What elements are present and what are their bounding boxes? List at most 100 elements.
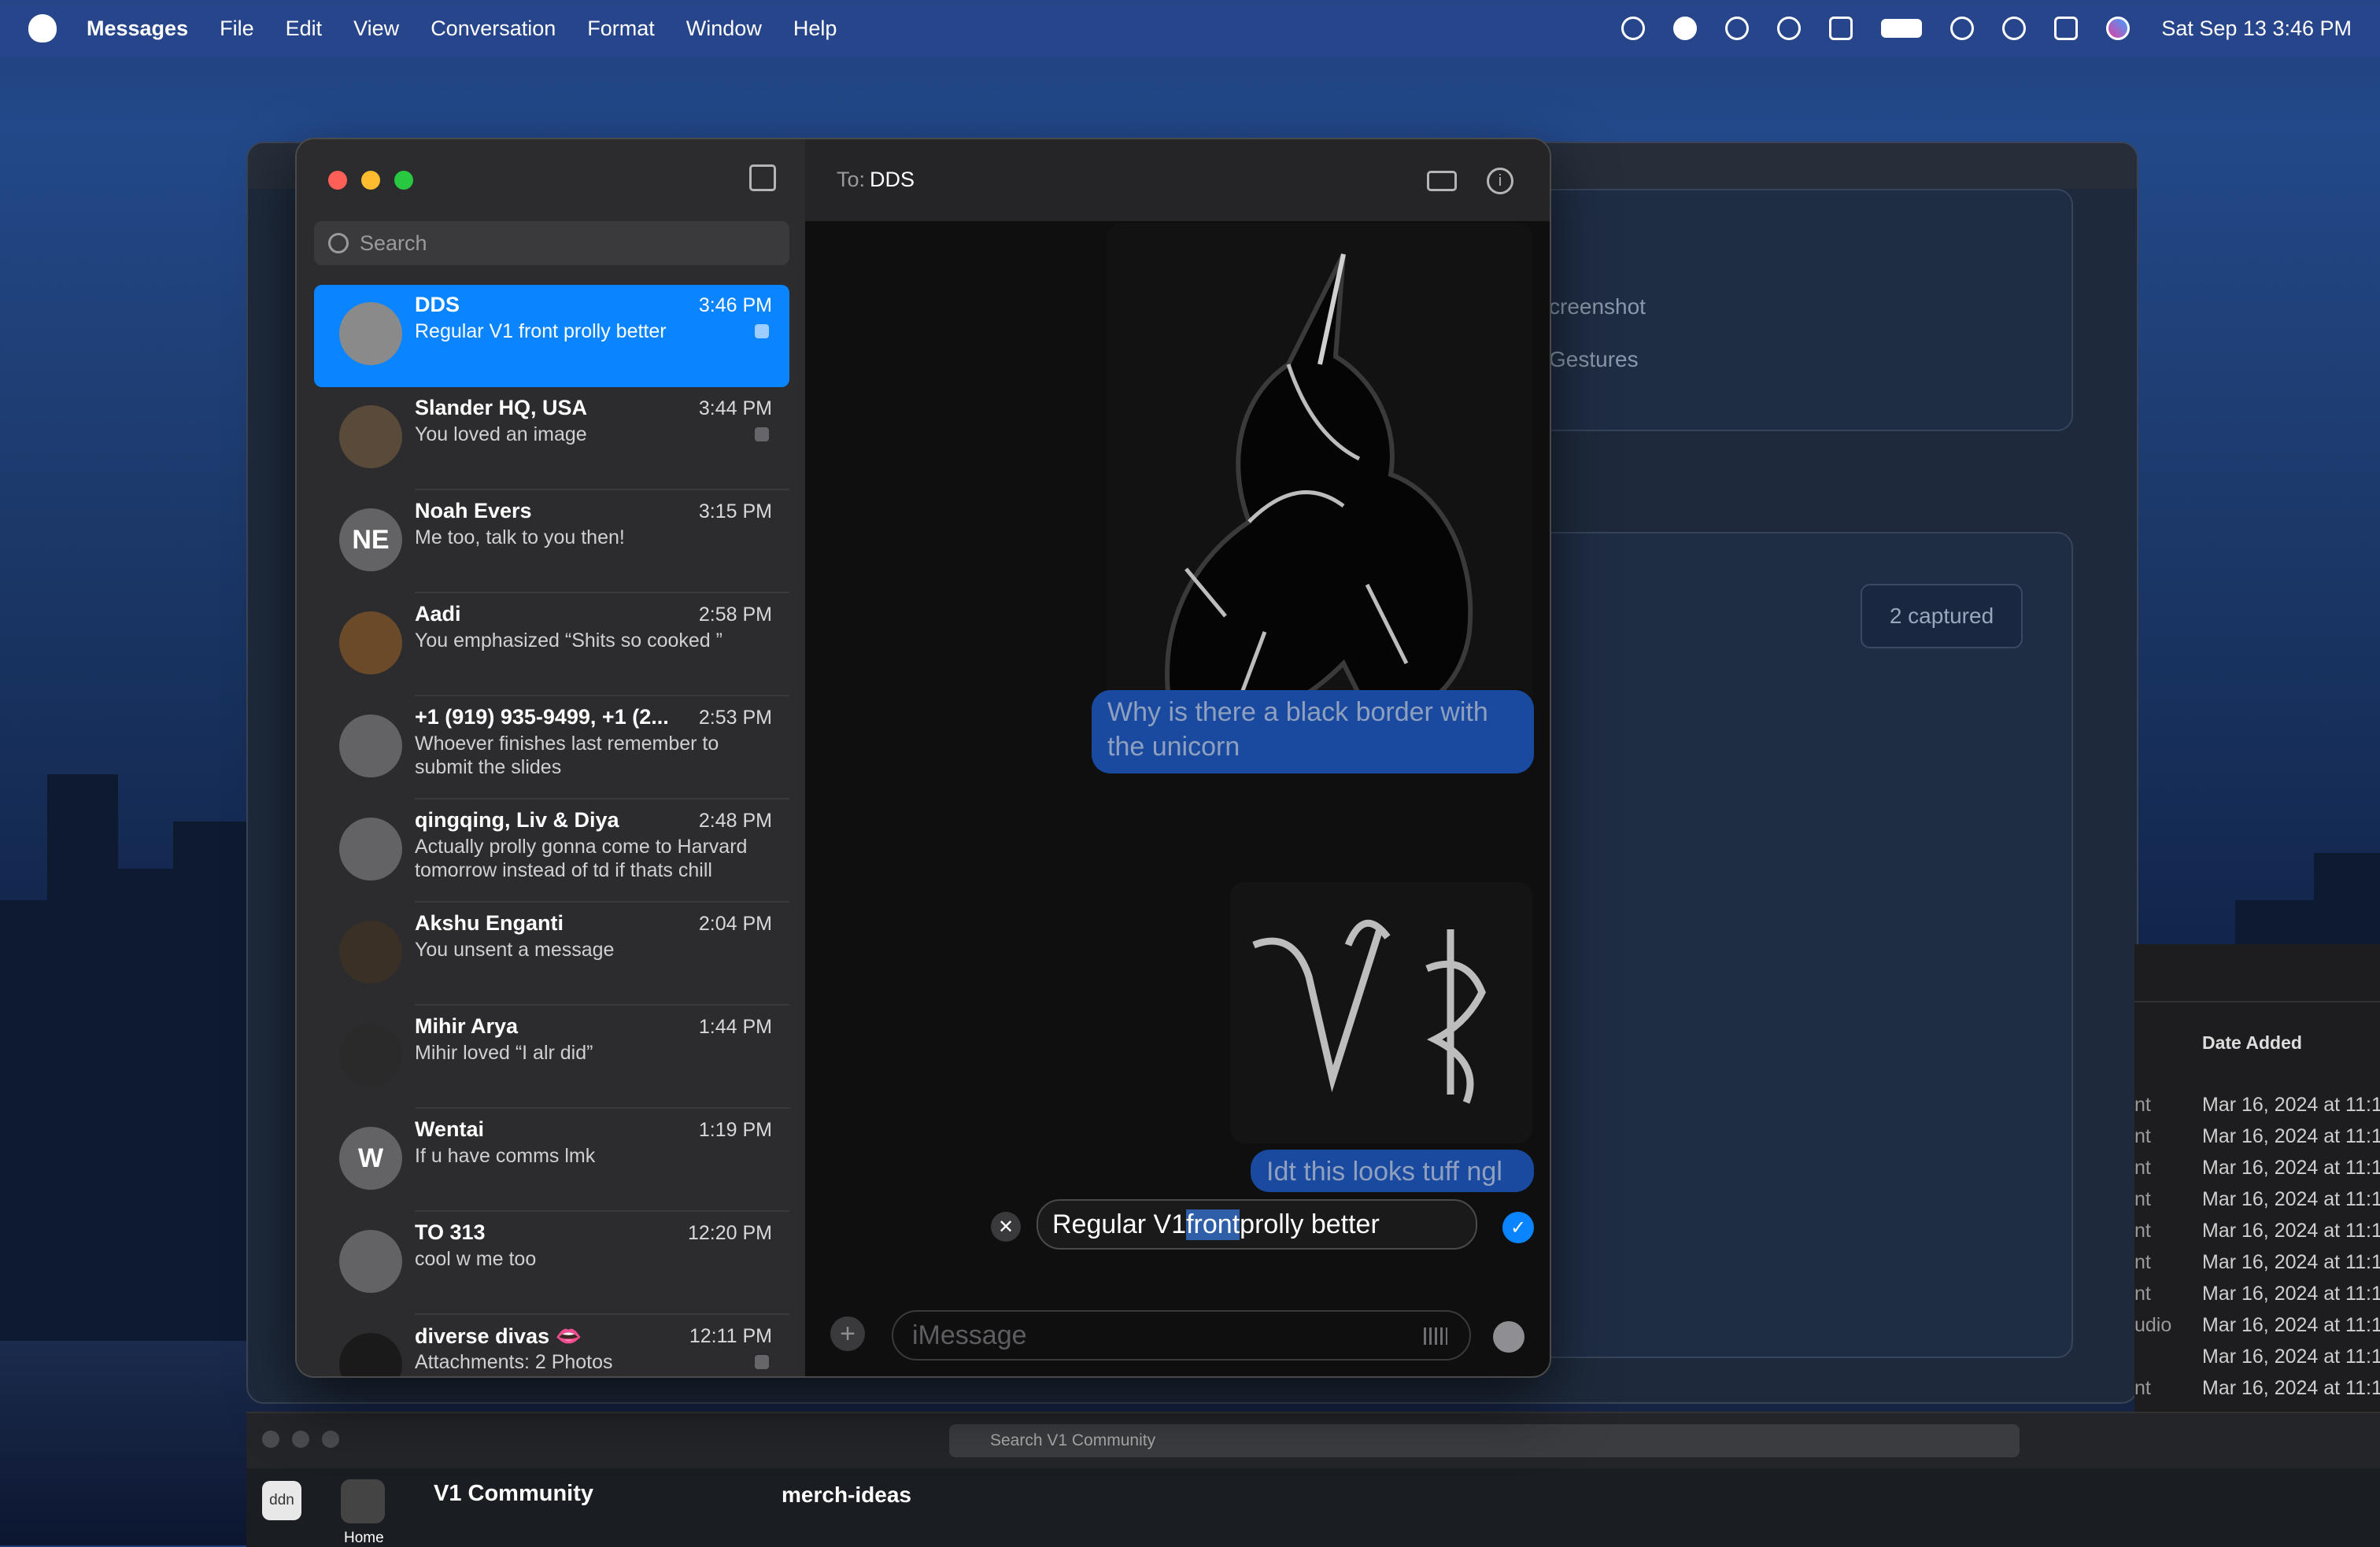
file-row[interactable]: nt Mar 16, 2024 at 11:1 bbox=[2134, 1157, 2380, 1188]
workspace-name[interactable]: V1 Community bbox=[434, 1481, 593, 1507]
emoji-icon[interactable] bbox=[1493, 1321, 1524, 1353]
zoom-button[interactable] bbox=[394, 171, 413, 190]
file-date: Mar 16, 2024 at 11:1 bbox=[2202, 1094, 2380, 1116]
menubar-clock[interactable]: Sat Sep 13 3:46 PM bbox=[2161, 17, 2352, 41]
conversation-item[interactable]: TO 313 12:20 PM cool w me too bbox=[314, 1213, 789, 1315]
conversation-item[interactable]: DDS 3:46 PM Regular V1 front prolly bett… bbox=[314, 285, 789, 387]
plus-icon[interactable]: + bbox=[830, 1316, 865, 1351]
checkmark-icon[interactable] bbox=[1673, 17, 1698, 40]
conversation-preview: Me too, talk to you then! bbox=[415, 526, 625, 548]
file-date: Mar 16, 2024 at 11:1 bbox=[2202, 1346, 2380, 1368]
file-row[interactable]: nt Mar 16, 2024 at 11:1 bbox=[2134, 1251, 2380, 1283]
menu-conversation[interactable]: Conversation bbox=[431, 17, 556, 41]
message-bubble[interactable]: Why is there a black border with the uni… bbox=[1092, 690, 1534, 774]
conversation-item[interactable]: +1 (919) 935-9499, +1 (2... 2:53 PM Whoe… bbox=[314, 697, 789, 799]
conversation-name: TO 313 bbox=[415, 1220, 486, 1244]
file-row[interactable]: nt Mar 16, 2024 at 11:1 bbox=[2134, 1220, 2380, 1251]
close-button[interactable] bbox=[262, 1431, 279, 1448]
time-machine-icon[interactable] bbox=[1621, 17, 1646, 40]
siri-icon[interactable] bbox=[2106, 17, 2131, 40]
search-placeholder: Search bbox=[360, 231, 427, 255]
avatar: W bbox=[339, 1127, 402, 1190]
conversation-item[interactable]: Aadi 2:58 PM You emphasized “Shits so co… bbox=[314, 594, 789, 696]
captured-count-button[interactable]: 2 captured bbox=[1861, 584, 2023, 648]
chat-header: To: DDS i bbox=[805, 139, 1550, 221]
play-icon[interactable] bbox=[1725, 17, 1750, 40]
divider bbox=[415, 489, 789, 490]
conversation-name: +1 (919) 935-9499, +1 (2... bbox=[415, 705, 669, 729]
date-added-column-header[interactable]: Date Added bbox=[2202, 1032, 2302, 1054]
conversation-item[interactable]: NE Noah Evers 3:15 PM Me too, talk to yo… bbox=[314, 491, 789, 593]
conversation-preview: You loved an image bbox=[415, 423, 587, 445]
conversation-time: 3:44 PM bbox=[698, 397, 772, 419]
file-row[interactable]: nt Mar 16, 2024 at 11:1 bbox=[2134, 1094, 2380, 1125]
display-icon[interactable] bbox=[1829, 17, 1853, 40]
edit-message-field[interactable]: Regular V1 ​front prolly better bbox=[1037, 1199, 1477, 1250]
avatar bbox=[339, 611, 402, 674]
menu-app-name[interactable]: Messages bbox=[87, 17, 188, 41]
apple-logo-icon[interactable] bbox=[28, 14, 57, 42]
setting-screenshot-label: creenshot bbox=[1549, 294, 1646, 319]
audio-waveform-icon[interactable] bbox=[1424, 1327, 1447, 1345]
divider bbox=[415, 1313, 789, 1315]
imessage-input[interactable]: iMessage bbox=[892, 1310, 1471, 1361]
conversation-name: Wentai bbox=[415, 1117, 485, 1141]
zoom-button[interactable] bbox=[322, 1431, 339, 1448]
file-row[interactable]: udio Mar 16, 2024 at 11:1 bbox=[2134, 1314, 2380, 1346]
slack-search-input[interactable]: Search V1 Community bbox=[949, 1424, 2020, 1457]
search-icon[interactable] bbox=[2002, 17, 2027, 40]
conversation-item[interactable]: Akshu Enganti 2:04 PM You unsent a messa… bbox=[314, 903, 789, 1006]
compose-icon[interactable] bbox=[749, 164, 776, 191]
divider bbox=[415, 1210, 789, 1212]
minimize-button[interactable] bbox=[361, 171, 380, 190]
message-bubble[interactable]: Idt this looks tuff ngl bbox=[1251, 1150, 1534, 1192]
menu-view[interactable]: View bbox=[353, 17, 399, 41]
conversation-preview: Regular V1 front prolly better bbox=[415, 320, 667, 342]
v1-logo-image-attachment[interactable] bbox=[1230, 882, 1532, 1143]
finder-list: Date Added nt Mar 16, 2024 at 11:1 nt Mar … bbox=[2134, 944, 2380, 1416]
channel-name[interactable]: merch-ideas bbox=[782, 1482, 911, 1508]
conversation-name: Akshu Enganti bbox=[415, 911, 564, 935]
menu-format[interactable]: Format bbox=[587, 17, 655, 41]
cancel-edit-icon[interactable]: ✕ bbox=[991, 1212, 1021, 1242]
file-row[interactable]: nt Mar 16, 2024 at 11:1 bbox=[2134, 1377, 2380, 1409]
conversation-name: Mihir Arya bbox=[415, 1014, 519, 1038]
user-avatar[interactable]: ddn bbox=[262, 1481, 301, 1520]
video-camera-icon[interactable] bbox=[1427, 171, 1457, 191]
menu-help[interactable]: Help bbox=[793, 17, 837, 41]
menu-file[interactable]: File bbox=[220, 17, 254, 41]
slack-window: Search V1 Community ddn Home V1 Communit… bbox=[246, 1412, 2380, 1547]
menu-window[interactable]: Window bbox=[686, 17, 762, 41]
search-input[interactable]: Search bbox=[314, 221, 789, 265]
conversation-time: 12:20 PM bbox=[687, 1222, 772, 1244]
file-date: Mar 16, 2024 at 11:1 bbox=[2202, 1314, 2380, 1336]
conversation-time: 2:04 PM bbox=[698, 913, 772, 935]
menu-edit[interactable]: Edit bbox=[286, 17, 323, 41]
recipient-field[interactable]: To: DDS bbox=[837, 168, 915, 192]
headphones-icon[interactable] bbox=[1777, 17, 1802, 40]
conversation-item[interactable]: Slander HQ, USA 3:44 PM You loved an ima… bbox=[314, 388, 789, 490]
wifi-icon[interactable] bbox=[1950, 17, 1975, 40]
file-row[interactable]: nt Mar 16, 2024 at 11:1 bbox=[2134, 1125, 2380, 1157]
home-icon[interactable] bbox=[341, 1479, 385, 1523]
battery-icon[interactable] bbox=[1881, 19, 1923, 38]
slack-topbar: Search V1 Community bbox=[246, 1413, 2380, 1468]
conversation-item[interactable]: W Wentai 1:19 PM If u have comms lmk bbox=[314, 1109, 789, 1212]
conversation-item[interactable]: diverse divas 👄 12:11 PM Attachments: 2 … bbox=[314, 1316, 789, 1376]
conversation-item[interactable]: Mihir Arya 1:44 PM Mihir loved “I alr di… bbox=[314, 1006, 789, 1109]
file-date: Mar 16, 2024 at 11:1 bbox=[2202, 1283, 2380, 1305]
file-row[interactable]: nt Mar 16, 2024 at 11:1 bbox=[2134, 1188, 2380, 1220]
control-center-icon[interactable] bbox=[2054, 17, 2079, 40]
confirm-edit-icon[interactable]: ✓ bbox=[1502, 1212, 1534, 1243]
conversation-item[interactable]: qingqing, Liv & Diya 2:48 PM Actually pr… bbox=[314, 800, 789, 903]
info-icon[interactable]: i bbox=[1487, 168, 1513, 194]
to-label: To: bbox=[837, 168, 866, 191]
divider bbox=[415, 1004, 789, 1006]
close-button[interactable] bbox=[328, 171, 347, 190]
file-row[interactable]: nt Mar 16, 2024 at 11:1 bbox=[2134, 1283, 2380, 1314]
edit-text-selection: front bbox=[1186, 1209, 1240, 1240]
conversation-preview: You unsent a message bbox=[415, 939, 615, 961]
minimize-button[interactable] bbox=[292, 1431, 309, 1448]
conversation-time: 1:44 PM bbox=[698, 1016, 772, 1038]
file-row[interactable]: Mar 16, 2024 at 11:1 bbox=[2134, 1346, 2380, 1377]
